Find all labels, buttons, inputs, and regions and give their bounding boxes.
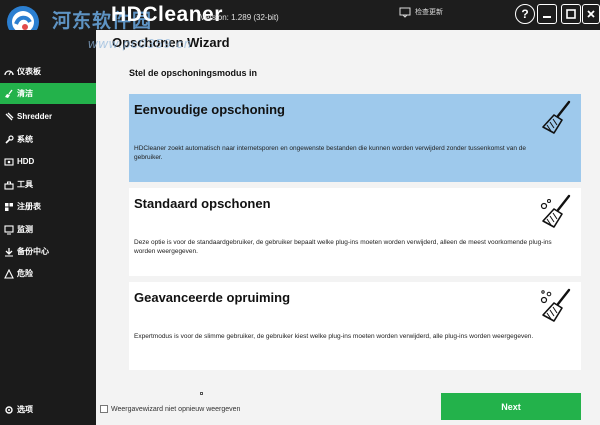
dont-show-wizard-row[interactable]: Weergavewizard niet opnieuw weergeven <box>100 405 240 413</box>
option-description: HDCleaner zoekt automatisch naar interne… <box>134 145 527 161</box>
broom-sparkle-icon <box>540 288 571 322</box>
help-icon: ? <box>521 7 529 21</box>
options-icon <box>3 404 15 416</box>
sidebar-item-label: 备份中心 <box>17 247 49 256</box>
broom-icon <box>3 88 15 100</box>
sidebar-item-registry[interactable]: 注册表 <box>0 196 96 217</box>
close-icon <box>587 10 595 18</box>
dashboard-icon <box>3 66 15 78</box>
main-panel: Opschonen Wizard Stel de opschoningsmodu… <box>96 30 600 425</box>
minimize-button[interactable] <box>537 4 557 24</box>
option-title: Geavanceerde opruiming <box>134 290 291 305</box>
option-title: Eenvoudige opschoning <box>134 102 285 117</box>
sidebar-item-dashboard[interactable]: 仪表板 <box>0 61 96 82</box>
feedback-link[interactable]: 检查更新 <box>399 6 443 18</box>
close-button[interactable] <box>582 4 600 24</box>
feedback-label: 检查更新 <box>415 9 443 16</box>
option-description: Deze optie is voor de standaardgebruiker… <box>134 239 552 255</box>
next-button[interactable]: Next <box>441 393 581 420</box>
sidebar-item-options[interactable]: 选项 <box>0 399 96 420</box>
title-bar: 河东软件园 HDCleaner Version: 1.289 (32-bit) … <box>0 0 600 38</box>
sidebar-item-label: 仪表板 <box>17 67 41 76</box>
broom-icon <box>542 100 571 134</box>
monitor-icon <box>3 224 15 236</box>
resize-handle[interactable] <box>200 392 203 395</box>
sidebar: 仪表板 清洁 Shredder 系统 HDD 工具 注册表 监测 备份中心 危险… <box>0 30 96 425</box>
sidebar-item-backup[interactable]: 备份中心 <box>0 241 96 262</box>
sidebar-item-tools[interactable]: 工具 <box>0 174 96 195</box>
sidebar-item-label: 工具 <box>17 180 33 189</box>
tools-icon <box>3 179 15 191</box>
option-description: Expertmodus is voor de slimme gebruiker,… <box>134 333 534 340</box>
sidebar-item-label: Shredder <box>17 112 53 121</box>
sidebar-item-label: 注册表 <box>17 202 41 211</box>
sidebar-item-clean[interactable]: 清洁 <box>0 83 96 104</box>
sidebar-item-label: HDD <box>17 157 35 166</box>
minimize-icon <box>543 16 551 18</box>
shredder-icon <box>3 111 15 123</box>
broom-sparkle-icon <box>540 194 571 228</box>
version-label: Version: 1.289 (32-bit) <box>200 13 279 22</box>
sidebar-item-label: 选项 <box>17 405 33 414</box>
hdd-icon <box>3 156 15 168</box>
option-standard-cleaning[interactable]: Standaard opschonen Deze optie is voor d… <box>129 188 581 276</box>
dont-show-wizard-checkbox[interactable] <box>100 405 108 413</box>
option-advanced-cleaning[interactable]: Geavanceerde opruiming Expertmodus is vo… <box>129 282 581 370</box>
help-button[interactable]: ? <box>515 4 535 24</box>
section-subtitle: Stel de opschoningsmodus in <box>129 68 258 78</box>
option-simple-cleaning[interactable]: Eenvoudige opschoning HDCleaner zoekt au… <box>129 94 581 182</box>
sidebar-item-label: 监测 <box>17 225 33 234</box>
watermark-url: www.pc0359.cn <box>88 36 193 51</box>
sidebar-item-danger[interactable]: 危险 <box>0 263 96 284</box>
maximize-button[interactable] <box>561 4 581 24</box>
option-title: Standaard opschonen <box>134 196 271 211</box>
maximize-icon <box>566 9 576 19</box>
registry-icon <box>3 201 15 213</box>
sidebar-item-label: 清洁 <box>17 89 33 98</box>
sidebar-item-monitor[interactable]: 监测 <box>0 219 96 240</box>
wrench-icon <box>3 134 15 146</box>
danger-icon <box>3 268 15 280</box>
sidebar-item-system[interactable]: 系统 <box>0 129 96 150</box>
backup-icon <box>3 246 15 258</box>
sidebar-item-shredder[interactable]: Shredder <box>0 106 96 127</box>
sidebar-item-label: 系统 <box>17 135 33 144</box>
feedback-icon <box>399 7 411 18</box>
sidebar-item-hdd[interactable]: HDD <box>0 151 96 172</box>
sidebar-item-label: 危险 <box>17 269 33 278</box>
dont-show-wizard-label: Weergavewizard niet opnieuw weergeven <box>111 405 241 413</box>
